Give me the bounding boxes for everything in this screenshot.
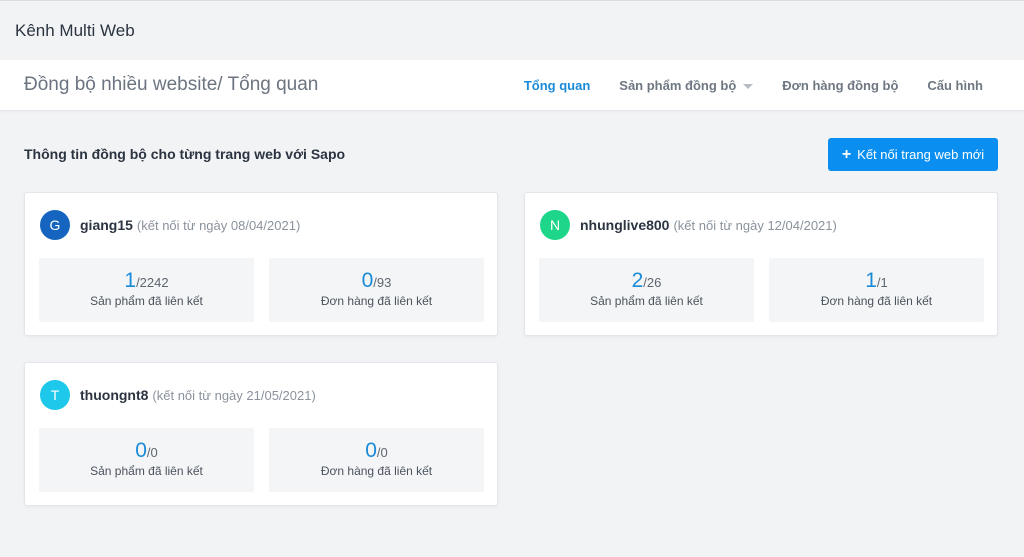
tab-synced-orders[interactable]: Đơn hàng đồng bộ <box>782 78 898 93</box>
total-count: /2242 <box>136 275 169 290</box>
site-name: nhunglive800 <box>580 217 670 233</box>
site-card: N nhunglive800 (kết nối từ ngày 12/04/20… <box>524 192 998 336</box>
avatar: G <box>40 210 70 240</box>
site-card-header: N nhunglive800 (kết nối từ ngày 12/04/20… <box>540 209 837 241</box>
linked-products-stat[interactable]: 1/2242 Sản phẩm đã liên kết <box>39 258 254 322</box>
connect-new-website-label: Kết nối trang web mới <box>857 147 985 162</box>
total-count: /26 <box>643 275 662 290</box>
stat-label: Sản phẩm đã liên kết <box>90 464 203 478</box>
site-card: G giang15 (kết nối từ ngày 08/04/2021) 1… <box>24 192 498 336</box>
stat-label: Sản phẩm đã liên kết <box>590 294 703 308</box>
total-count: /0 <box>376 445 388 460</box>
linked-orders-stat[interactable]: 0/0 Đơn hàng đã liên kết <box>269 428 484 492</box>
site-name: thuongnt8 <box>80 387 149 403</box>
site-card: T thuongnt8 (kết nối từ ngày 21/05/2021)… <box>24 362 498 506</box>
total-count: /0 <box>146 445 158 460</box>
avatar: T <box>40 380 70 410</box>
linked-count: 1 <box>865 269 877 292</box>
total-count: /93 <box>373 275 392 290</box>
site-name: giang15 <box>80 217 133 233</box>
linked-products-stat[interactable]: 2/26 Sản phẩm đã liên kết <box>539 258 754 322</box>
tab-settings[interactable]: Cấu hình <box>927 78 983 93</box>
site-card-header: T thuongnt8 (kết nối từ ngày 21/05/2021) <box>40 379 316 411</box>
linked-count: 0 <box>365 439 377 462</box>
linked-count: 0 <box>361 269 374 292</box>
page-header: Đồng bộ nhiều website/ Tổng quan Tổng qu… <box>0 60 1024 111</box>
stat-label: Sản phẩm đã liên kết <box>90 294 203 308</box>
linked-count: 1 <box>124 269 137 292</box>
connected-since: (kết nối từ ngày 12/04/2021) <box>673 217 837 233</box>
tab-overview-label: Tổng quan <box>523 78 591 93</box>
tab-synced-orders-label: Đơn hàng đồng bộ <box>782 78 899 93</box>
stat-label: Đơn hàng đã liên kết <box>820 294 933 308</box>
connected-since: (kết nối từ ngày 21/05/2021) <box>152 387 316 403</box>
tab-synced-products[interactable]: Sản phẩm đồng bộ <box>619 78 754 93</box>
stat-label: Đơn hàng đã liên kết <box>320 464 433 478</box>
breadcrumb: Đồng bộ nhiều website/ Tổng quan <box>24 74 319 95</box>
connect-new-website-button[interactable]: + Kết nối trang web mới <box>828 138 998 171</box>
avatar: N <box>540 210 570 240</box>
total-count: /1 <box>876 275 888 290</box>
app-title: Kênh Multi Web <box>15 20 135 40</box>
linked-count: 0 <box>135 439 147 462</box>
linked-count: 2 <box>631 269 644 292</box>
connected-since: (kết nối từ ngày 08/04/2021) <box>136 217 301 233</box>
linked-products-stat[interactable]: 0/0 Sản phẩm đã liên kết <box>39 428 254 492</box>
linked-orders-stat[interactable]: 0/93 Đơn hàng đã liên kết <box>269 258 484 322</box>
nav-tabs: Tổng quan Sản phẩm đồng bộ Đơn hàng đồng… <box>495 60 983 111</box>
chevron-down-icon <box>743 84 754 89</box>
tab-settings-label: Cấu hình <box>927 78 983 93</box>
linked-orders-stat[interactable]: 1/1 Đơn hàng đã liên kết <box>769 258 984 322</box>
site-card-header: G giang15 (kết nối từ ngày 08/04/2021) <box>40 209 300 241</box>
app-bar: Kênh Multi Web <box>0 0 1024 60</box>
stat-label: Đơn hàng đã liên kết <box>320 294 433 308</box>
tab-synced-products-label: Sản phẩm đồng bộ <box>619 78 737 93</box>
plus-icon: + <box>841 145 852 163</box>
section-title: Thông tin đồng bộ cho từng trang web với… <box>24 146 346 162</box>
tab-overview[interactable]: Tổng quan <box>524 78 590 93</box>
